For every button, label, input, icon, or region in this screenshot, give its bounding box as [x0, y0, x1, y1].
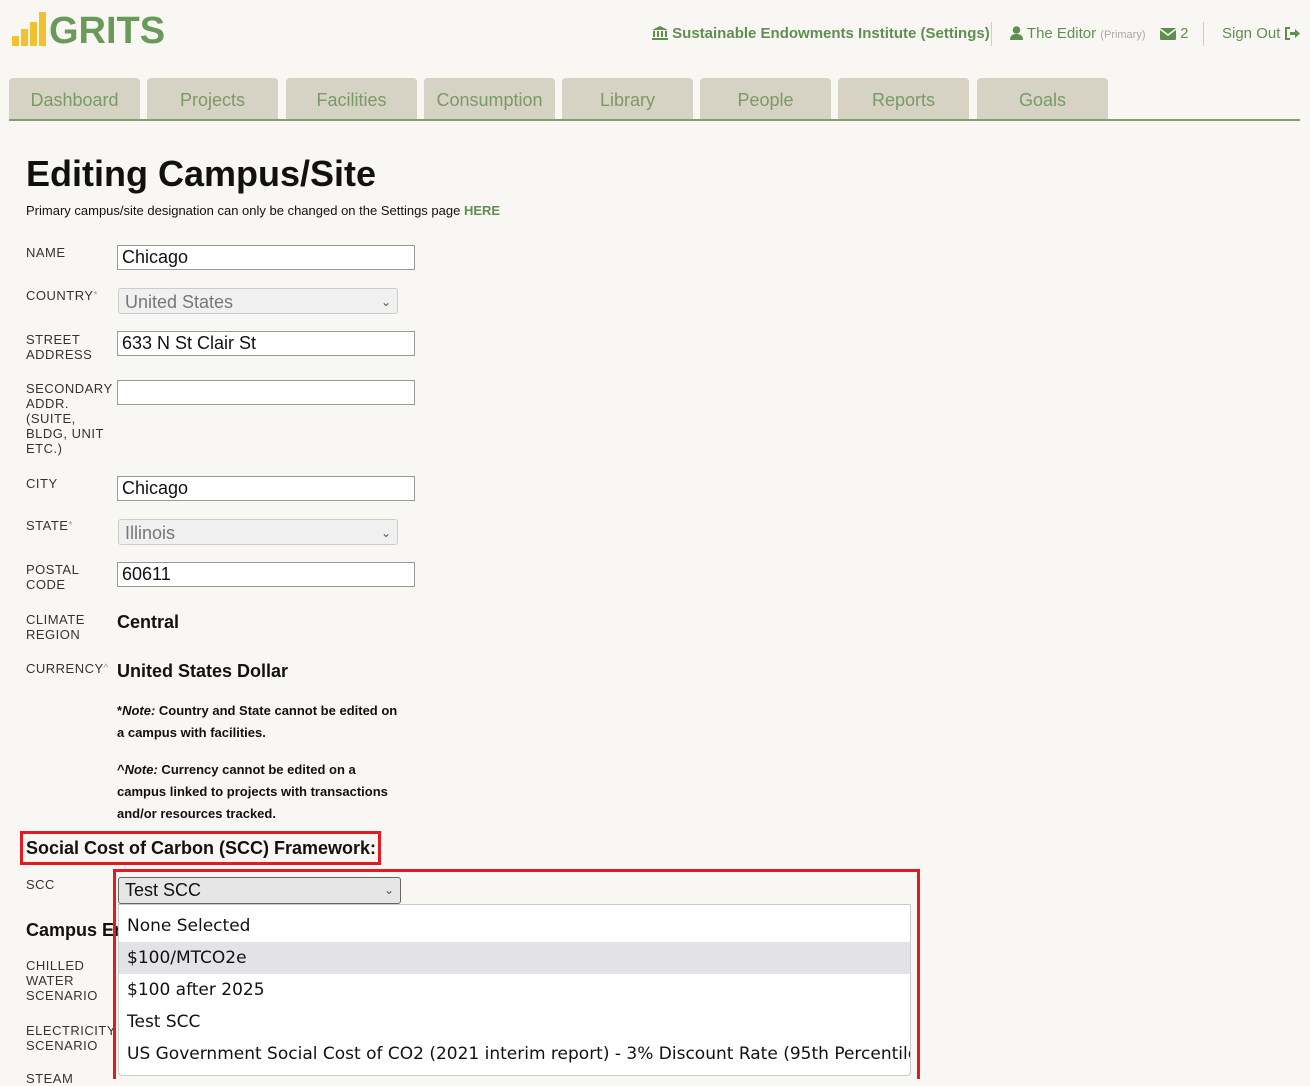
- chilled-water-scenario-label: CHILLED WATER SCENARIO: [26, 958, 98, 1003]
- chevron-down-icon: ⌄: [380, 295, 391, 309]
- org-settings-link[interactable]: Sustainable Endowments Institute (Settin…: [652, 24, 990, 44]
- tab-projects[interactable]: Projects: [147, 78, 278, 119]
- street-address-field[interactable]: 633 N St Clair St: [117, 331, 415, 356]
- country-label: COUNTRY*: [26, 288, 98, 303]
- message-count: 2: [1180, 25, 1189, 42]
- institution-icon: [652, 26, 668, 40]
- user-name: The Editor: [1026, 25, 1097, 42]
- chevron-down-icon: ⌄: [380, 526, 391, 540]
- postal-code-field[interactable]: 60611: [117, 562, 415, 587]
- tab-people[interactable]: People: [700, 78, 831, 119]
- tab-dashboard[interactable]: Dashboard: [9, 78, 140, 119]
- postal-code-label: POSTAL CODE: [26, 562, 79, 592]
- org-name: Sustainable Endowments Institute (Settin…: [672, 25, 990, 42]
- messages-link[interactable]: 2: [1159, 24, 1189, 44]
- sign-out-link[interactable]: Sign Out: [1222, 24, 1300, 44]
- settings-here-link[interactable]: HERE: [464, 203, 500, 218]
- state-label: STATE*: [26, 518, 73, 533]
- tab-facilities[interactable]: Facilities: [286, 78, 417, 119]
- name-field[interactable]: Chicago: [117, 245, 415, 270]
- city-label: CITY: [26, 476, 58, 491]
- campus-energy-heading: Campus Er: [26, 920, 122, 940]
- scc-heading: Social Cost of Carbon (SCC) Framework:: [26, 838, 377, 858]
- state-select: Illinois ⌄: [118, 519, 398, 545]
- scc-dropdown-highlight: [113, 869, 920, 1079]
- secondary-address-label: SECONDARY ADDR. (SUITE, BLDG, UNIT ETC.): [26, 381, 113, 456]
- header-divider: [991, 22, 992, 46]
- climate-region-label: CLIMATE REGION: [26, 612, 85, 642]
- currency-value: United States Dollar: [117, 661, 289, 681]
- tab-underline: [9, 119, 1300, 121]
- app-logo[interactable]: GRITS: [49, 8, 165, 54]
- user-role: (Primary): [1100, 29, 1146, 41]
- city-field[interactable]: Chicago: [117, 476, 415, 501]
- currency-note: ^Note: Currency cannot be edited on a ca…: [117, 762, 388, 821]
- currency-label: CURRENCY^: [26, 661, 109, 676]
- page-subtitle: Primary campus/site designation can only…: [26, 203, 501, 218]
- user-icon: [1010, 26, 1023, 40]
- tab-goals[interactable]: Goals: [977, 78, 1108, 119]
- sign-out-icon: [1284, 27, 1300, 40]
- climate-region-value: Central: [117, 612, 180, 632]
- sign-out-label: Sign Out: [1222, 25, 1281, 42]
- country-state-note: *Note: Country and State cannot be edite…: [117, 703, 398, 740]
- secondary-address-field[interactable]: [117, 380, 415, 405]
- tab-library[interactable]: Library: [562, 78, 693, 119]
- electricity-scenario-label: ELECTRICITY SCENARIO: [26, 1023, 116, 1053]
- envelope-icon: [1159, 28, 1177, 40]
- logo-bars-icon: [12, 12, 46, 46]
- header-divider: [1203, 22, 1204, 46]
- street-address-label: STREET ADDRESS: [26, 332, 93, 362]
- country-select: United States ⌄: [118, 288, 398, 314]
- user-menu[interactable]: The Editor (Primary): [1010, 24, 1146, 45]
- tab-consumption[interactable]: Consumption: [424, 78, 555, 119]
- page-title: Editing Campus/Site: [26, 153, 377, 194]
- name-label: NAME: [26, 245, 66, 260]
- scc-label: SCC: [26, 877, 55, 892]
- tab-reports[interactable]: Reports: [838, 78, 969, 119]
